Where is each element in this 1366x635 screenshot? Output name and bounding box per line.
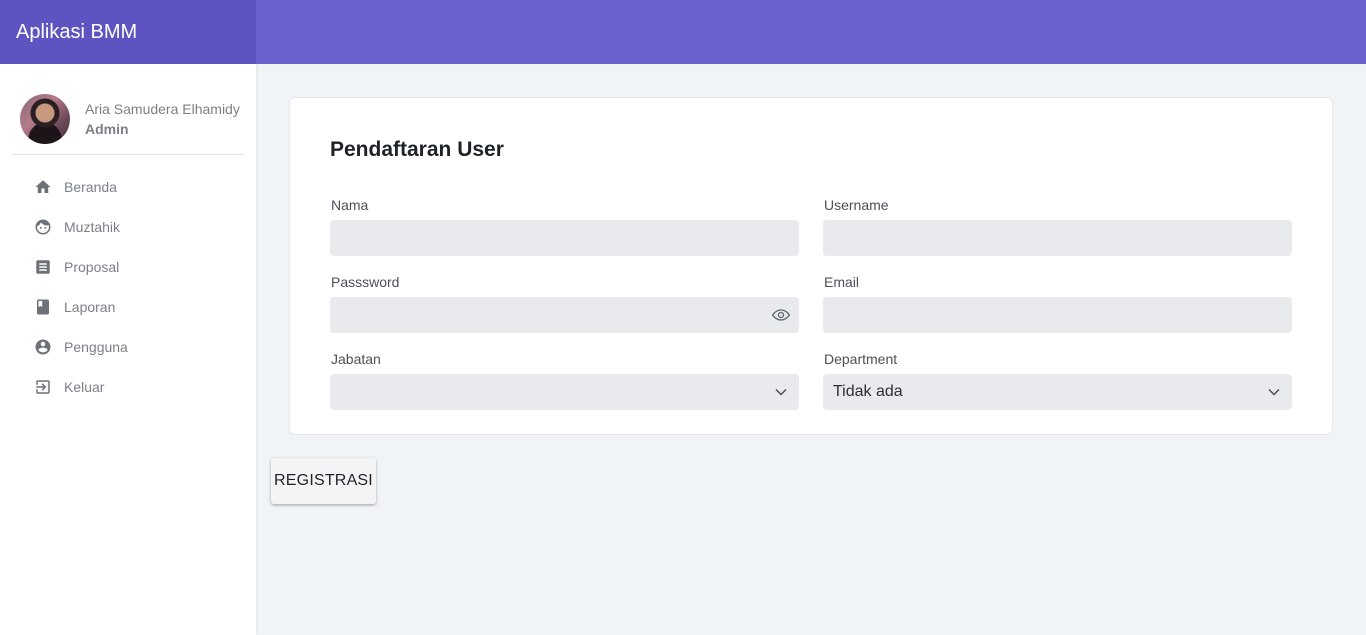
username-label: Username	[824, 197, 889, 213]
password-input[interactable]	[330, 297, 799, 333]
nama-label: Nama	[331, 197, 369, 213]
sidebar-item-laporan[interactable]: Laporan	[0, 287, 256, 327]
chevron-down-icon	[1264, 382, 1284, 402]
password-field-group: Passsword	[330, 274, 799, 333]
sidebar: Aplikasi BMM Aria Samudera Elhamidy Admi…	[0, 0, 256, 635]
account-circle-icon	[34, 338, 52, 356]
register-button[interactable]: REGISTRASI	[271, 458, 376, 504]
username-input[interactable]	[823, 220, 1292, 256]
logout-icon	[34, 378, 52, 396]
sidebar-item-muztahik[interactable]: Muztahik	[0, 207, 256, 247]
sidebar-item-label: Beranda	[64, 179, 117, 195]
jabatan-select[interactable]	[330, 374, 799, 410]
department-select[interactable]: Tidak ada	[823, 374, 1292, 410]
nama-input[interactable]	[330, 220, 799, 256]
sidebar-item-label: Keluar	[64, 379, 105, 395]
email-field-box	[823, 297, 1292, 333]
jabatan-field-group: Jabatan	[330, 351, 799, 410]
avatar[interactable]	[20, 94, 70, 144]
department-label: Department	[824, 351, 898, 367]
receipt-icon	[34, 258, 52, 276]
user-profile: Aria Samudera Elhamidy Admin	[0, 64, 256, 154]
home-icon	[34, 178, 52, 196]
sidebar-item-beranda[interactable]: Beranda	[0, 167, 256, 207]
department-selected-value: Tidak ada	[833, 383, 903, 400]
password-field-box	[330, 297, 799, 333]
chevron-down-icon	[771, 382, 791, 402]
profile-role: Admin	[85, 121, 129, 137]
top-app-bar	[256, 0, 1366, 64]
sidebar-item-label: Pengguna	[64, 339, 128, 355]
eye-icon[interactable]	[771, 305, 791, 325]
sidebar-item-pengguna[interactable]: Pengguna	[0, 327, 256, 367]
sidebar-item-proposal[interactable]: Proposal	[0, 247, 256, 287]
jabatan-label: Jabatan	[331, 351, 381, 367]
page-title: Pendaftaran User	[330, 138, 504, 161]
department-field-group: Department Tidak ada	[823, 351, 1292, 410]
app-title: Aplikasi BMM	[0, 0, 256, 64]
password-label: Passsword	[331, 274, 400, 290]
sidebar-item-label: Proposal	[64, 259, 120, 275]
username-field-group: Username	[823, 197, 1292, 256]
email-label: Email	[824, 274, 860, 290]
sidebar-item-keluar[interactable]: Keluar	[0, 367, 256, 407]
username-field-box	[823, 220, 1292, 256]
profile-name: Aria Samudera Elhamidy	[85, 101, 240, 117]
sidebar-nav: Beranda Muztahik Proposal Laporan Penggu…	[0, 155, 256, 407]
email-field-group: Email	[823, 274, 1292, 333]
sidebar-item-label: Laporan	[64, 299, 116, 315]
book-icon	[34, 298, 52, 316]
sidebar-item-label: Muztahik	[64, 219, 121, 235]
nama-field-box	[330, 220, 799, 256]
registration-card: Pendaftaran User Nama Username Passsword	[289, 97, 1333, 435]
app-root: Aplikasi BMM Aria Samudera Elhamidy Admi…	[0, 0, 1366, 635]
nama-field-group: Nama	[330, 197, 799, 256]
face-icon	[34, 218, 52, 236]
email-field[interactable]	[823, 297, 1292, 333]
